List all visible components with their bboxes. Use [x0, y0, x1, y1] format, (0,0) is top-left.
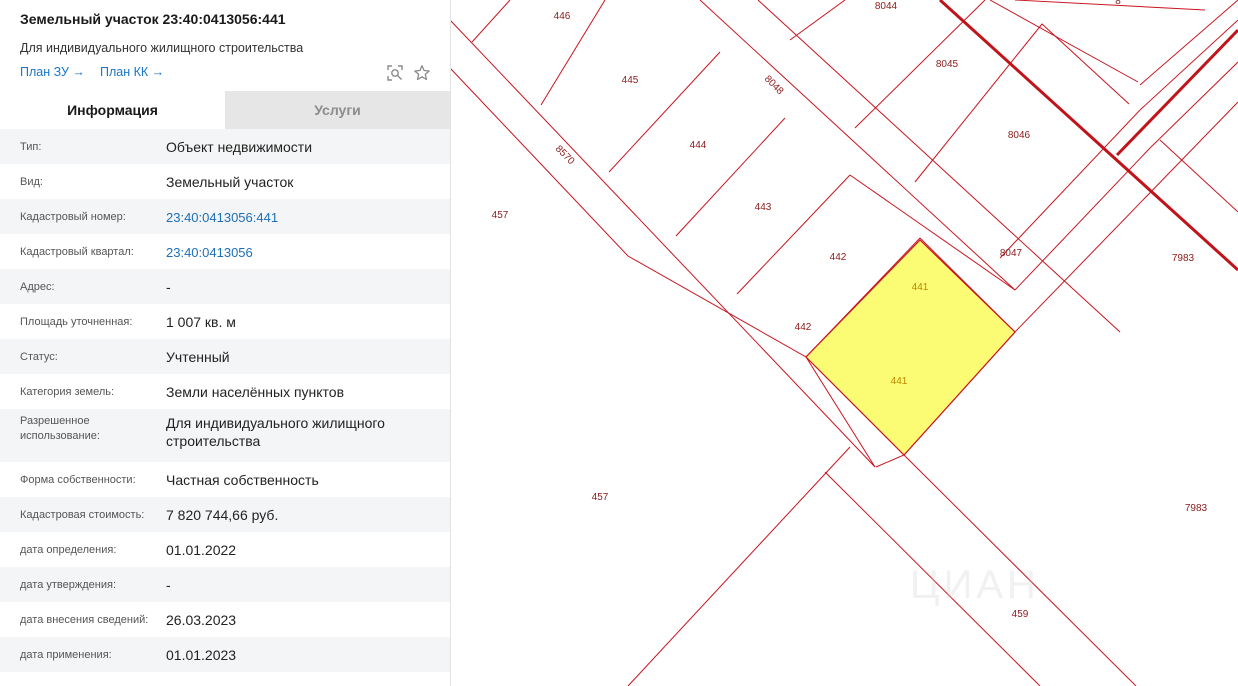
- info-panel: Земельный участок 23:40:0413056:441 Для …: [0, 0, 451, 686]
- plan-zu-link[interactable]: План ЗУ →: [20, 65, 85, 79]
- attribute-label: Статус:: [20, 351, 58, 363]
- tab-services[interactable]: Услуги: [225, 91, 450, 129]
- attribute-label: Площадь уточненная:: [20, 316, 133, 328]
- watermark: ЦИАН: [910, 563, 1040, 607]
- plot-label-8044: 8044: [875, 1, 898, 12]
- watermark-text: ЦИАН: [910, 563, 1040, 607]
- selected-plot-441[interactable]: [805, 239, 1016, 456]
- zoom-to-object-icon[interactable]: [386, 64, 404, 82]
- page-subtitle: Для индивидуального жилищного строительс…: [20, 41, 304, 55]
- cadastral-number-link[interactable]: 23:40:0413056:441: [166, 209, 436, 227]
- attribute-row-application-date: дата применения: 01.01.2023: [0, 637, 450, 672]
- plot-label-446: 446: [554, 11, 571, 22]
- attribute-label: Адрес:: [20, 281, 55, 293]
- attribute-value: Для индивидуального жилищного строительс…: [166, 415, 385, 449]
- attribute-value: Объект недвижимости: [166, 139, 313, 155]
- plot-label-445: 445: [622, 75, 639, 86]
- attribute-row-approval-date: дата утверждения: -: [0, 567, 450, 602]
- attribute-label: Кадастровый квартал:: [20, 246, 134, 258]
- plot-label-8045: 8045: [936, 59, 959, 70]
- plot-label-8048: 8048: [762, 74, 786, 98]
- attribute-row-cadastral-number: Кадастровый номер: 23:40:0413056:441: [0, 199, 450, 234]
- attribute-label: Кадастровый номер:: [20, 211, 126, 223]
- attribute-row-cadastral-quarter: Кадастровый квартал: 23:40:0413056: [0, 234, 450, 269]
- attribute-value: 01.01.2023: [166, 647, 237, 663]
- plot-label-457-a: 457: [492, 210, 509, 221]
- attribute-row-kind: Вид: Земельный участок: [0, 164, 450, 199]
- attribute-value: 1 007 кв. м: [166, 314, 236, 330]
- plot-label-459: 459: [1012, 609, 1029, 620]
- attribute-value: Земельный участок: [166, 174, 294, 190]
- attribute-value: 01.01.2022: [166, 542, 237, 558]
- attribute-row-permitted-use: Разрешенное использование: Для индивидуа…: [0, 409, 450, 462]
- plot-label-442-a: 442: [830, 252, 847, 263]
- attribute-row-status: Статус: Учтенный: [0, 339, 450, 374]
- attribute-row-cadastral-value: Кадастровая стоимость: 7 820 744,66 руб.: [0, 497, 450, 532]
- plot-label-443: 443: [755, 202, 772, 213]
- attribute-value: -: [166, 577, 171, 593]
- plot-label-441-b: 441: [891, 376, 908, 387]
- attribute-value: -: [166, 279, 171, 295]
- attribute-row-determination-date: дата определения: 01.01.2022: [0, 532, 450, 567]
- attribute-row-ownership: Форма собственности: Частная собственнос…: [0, 462, 450, 497]
- attribute-value: 7 820 744,66 руб.: [166, 507, 279, 523]
- attribute-value: 26.03.2023: [166, 612, 237, 628]
- attribute-row-entry-date: дата внесения сведений: 26.03.2023: [0, 602, 450, 637]
- attribute-value: Частная собственность: [166, 472, 319, 488]
- attribute-label: Вид:: [20, 176, 43, 188]
- plot-labels: 446 445 444 443 442 442 441 441 457 457 …: [492, 0, 1208, 620]
- attribute-label: дата определения:: [20, 544, 117, 556]
- attribute-label: Тип:: [20, 141, 42, 153]
- tabs: Информация Услуги: [0, 91, 450, 129]
- attribute-value: Земли населённых пунктов: [166, 384, 345, 400]
- plot-label-8570: 8570: [553, 144, 577, 168]
- plan-kk-link[interactable]: План КК →: [100, 65, 164, 79]
- cadastral-quarter-link[interactable]: 23:40:0413056: [166, 244, 436, 262]
- plot-label-442-b: 442: [795, 322, 812, 333]
- attribute-row-land-category: Категория земель: Земли населённых пункт…: [0, 374, 450, 409]
- attribute-value: Учтенный: [166, 349, 230, 365]
- plot-label-457-b: 457: [592, 492, 609, 503]
- attribute-row-address: Адрес: -: [0, 269, 450, 304]
- attribute-label: дата утверждения:: [20, 579, 117, 591]
- attribute-row-type: Тип: Объект недвижимости: [0, 129, 450, 164]
- plot-label-7983-a: 7983: [1172, 253, 1195, 264]
- attribute-label: Категория земель:: [20, 386, 115, 398]
- attribute-label: дата применения:: [20, 649, 112, 661]
- attribute-row-area: Площадь уточненная: 1 007 кв. м: [0, 304, 450, 339]
- page-title: Земельный участок 23:40:0413056:441: [20, 11, 286, 27]
- attribute-label: дата внесения сведений:: [20, 614, 149, 626]
- plot-label-8046: 8046: [1008, 130, 1031, 141]
- attribute-label: Форма собственности:: [20, 474, 136, 486]
- attribute-table: Тип: Объект недвижимости Вид: Земельный …: [0, 129, 450, 672]
- plot-label-444: 444: [690, 140, 707, 151]
- plot-label-441-a: 441: [912, 282, 929, 293]
- district-boundaries: [938, 0, 1238, 272]
- plot-label-7983-b: 7983: [1185, 503, 1208, 514]
- attribute-label: Разрешенное использование:: [20, 415, 100, 442]
- star-icon[interactable]: [413, 64, 431, 82]
- plot-label-8: 8: [1115, 0, 1121, 7]
- attribute-label: Кадастровая стоимость:: [20, 509, 145, 521]
- plot-label-8047: 8047: [1000, 248, 1023, 259]
- tab-information[interactable]: Информация: [0, 91, 225, 129]
